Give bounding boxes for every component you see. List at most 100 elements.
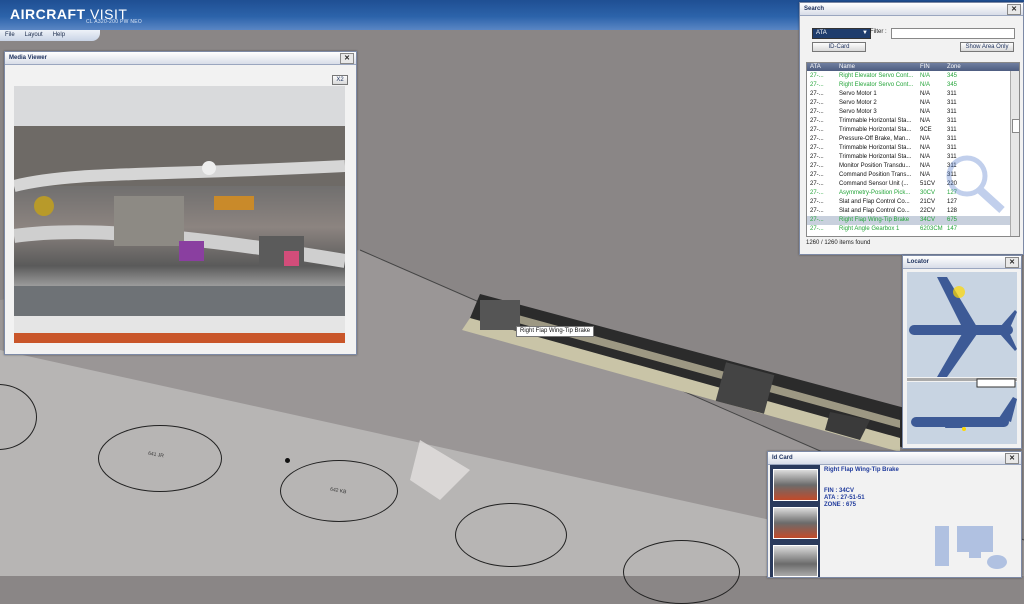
table-row[interactable]: 27-... Servo Motor 2 N/A 311 xyxy=(807,99,1019,108)
photo-thumbnail[interactable] xyxy=(773,507,818,539)
cell-name: Command Position Trans... xyxy=(839,172,912,178)
access-panel-outline xyxy=(455,503,567,567)
scrollbar-thumb[interactable] xyxy=(1012,119,1019,133)
cell-ata: 27-... xyxy=(810,118,824,124)
cell-zone: 345 xyxy=(947,82,958,88)
cell-name: Slat and Flap Control Co... xyxy=(839,199,910,205)
table-row[interactable]: 27-... Trimmable Horizontal Sta... N/A 311 xyxy=(807,117,1019,126)
locator-panel: Locator ✕ xyxy=(902,255,1022,449)
cell-name: Pressure-Off Brake, Man... xyxy=(839,136,911,142)
cell-ata: 27-... xyxy=(810,208,824,214)
aircraft-model: CL A320-200 PW NEO xyxy=(86,19,143,25)
column-name[interactable]: Name xyxy=(839,63,855,71)
results-scrollbar[interactable] xyxy=(1010,71,1019,236)
cell-ata: 27-... xyxy=(810,82,824,88)
cell-name: Right Elevator Servo Cont... xyxy=(839,73,914,79)
cell-fin: N/A xyxy=(920,145,931,151)
component-tooltip: Right Flap Wing-Tip Brake xyxy=(516,326,595,337)
table-row[interactable]: 27-... Pressure-Off Brake, Man... N/A 311 xyxy=(807,135,1019,144)
cell-name: Right Elevator Servo Cont... xyxy=(839,82,914,88)
cell-name: Servo Motor 3 xyxy=(839,109,877,115)
cell-name: Right Angle Gearbox 1 xyxy=(839,226,900,232)
search-type-dropdown[interactable]: ATA ▼ xyxy=(812,28,871,39)
component-name: Right Flap Wing-Tip Brake xyxy=(824,467,899,473)
cell-fin: N/A xyxy=(920,100,931,106)
cell-fin: N/A xyxy=(920,118,931,124)
close-icon[interactable]: ✕ xyxy=(1005,257,1019,268)
cell-fin: 30CV xyxy=(920,190,936,196)
table-row[interactable]: 27-... Servo Motor 3 N/A 311 xyxy=(807,108,1019,117)
cell-fin: N/A xyxy=(920,91,931,97)
cell-name: Trimmable Horizontal Sta... xyxy=(839,127,912,133)
cell-fin: N/A xyxy=(920,82,931,88)
chevron-down-icon: ▼ xyxy=(862,30,868,36)
cell-ata: 27-... xyxy=(810,226,824,232)
close-icon[interactable]: ✕ xyxy=(340,53,354,64)
menu-help[interactable]: Help xyxy=(48,30,70,41)
search-results-grid[interactable]: ATA Name FIN Zone 27-... Right Elevator S… xyxy=(806,62,1020,237)
cell-zone: 311 xyxy=(947,118,957,124)
table-row[interactable]: 27-... Right Elevator Servo Cont... N/A 345 xyxy=(807,72,1019,81)
computer-icon xyxy=(935,526,1007,569)
column-fin[interactable]: FIN xyxy=(920,63,930,71)
fastener-dot xyxy=(285,458,290,463)
magnifier-icon xyxy=(946,155,1005,213)
cell-fin: 34CV xyxy=(920,217,936,223)
show-area-only-button[interactable]: Show Area Only xyxy=(960,42,1014,52)
cell-ata: 27-... xyxy=(810,91,824,97)
cell-name: Monitor Position Transdu... xyxy=(839,163,911,169)
close-icon[interactable]: ✕ xyxy=(1005,453,1019,464)
component-zone: ZONE : 675 xyxy=(824,502,857,508)
table-row[interactable]: 27-... Servo Motor 1 N/A 311 xyxy=(807,90,1019,99)
zoom-x2-button[interactable]: X2 xyxy=(332,75,348,85)
id-card-panel: Id Card ✕ Right Flap Wing-Tip Brake FIN … xyxy=(767,451,1022,578)
thumbnail-strip xyxy=(770,465,820,577)
cell-ata: 27-... xyxy=(810,145,824,151)
menu-file[interactable]: File xyxy=(0,30,20,41)
locator-title: Locator ✕ xyxy=(903,256,1021,269)
cell-fin: 6203CM xyxy=(920,226,943,232)
column-ata[interactable]: ATA xyxy=(810,63,821,71)
search-panel: Search ✕ ATA ▼ Filter : ID-Card Show Area… xyxy=(799,2,1024,255)
table-row[interactable]: 27-... Right Angle Gearbox 1 6203CM 147 xyxy=(807,225,1019,234)
cell-zone: 147 xyxy=(947,226,958,232)
close-icon[interactable]: ✕ xyxy=(1007,4,1021,15)
table-row[interactable]: 27-... Trimmable Horizontal Sta... 9CE 311 xyxy=(807,126,1019,135)
component-fin: FIN : 34CV xyxy=(824,488,855,494)
menu-layout[interactable]: Layout xyxy=(20,30,48,41)
menu-bar: File Layout Help xyxy=(0,30,100,41)
cell-fin: N/A xyxy=(920,109,931,115)
column-zone[interactable]: Zone xyxy=(947,63,961,71)
locator-aircraft-views[interactable] xyxy=(907,272,1017,444)
filter-input[interactable] xyxy=(891,28,1015,39)
filter-label: Filter : xyxy=(870,29,887,35)
cell-fin: N/A xyxy=(920,163,931,169)
cell-fin: 9CE xyxy=(920,127,932,133)
results-count: 1260 / 1260 items found xyxy=(806,240,871,246)
cell-ata: 27-... xyxy=(810,190,824,196)
cell-zone: 311 xyxy=(947,127,957,133)
cell-name: Trimmable Horizontal Sta... xyxy=(839,145,912,151)
cell-ata: 27-... xyxy=(810,154,824,160)
cell-ata: 27-... xyxy=(810,163,824,169)
cell-name: Servo Motor 1 xyxy=(839,91,877,97)
photo-thumbnail[interactable] xyxy=(773,545,818,577)
cell-ata: 27-... xyxy=(810,109,824,115)
results-header: ATA Name FIN Zone xyxy=(807,63,1019,71)
cell-fin: 51CV xyxy=(920,181,936,187)
cell-fin: 21CV xyxy=(920,199,936,205)
cell-zone: 311 xyxy=(947,91,957,97)
access-panel-outline xyxy=(623,540,740,604)
id-card-button[interactable]: ID-Card xyxy=(812,42,866,52)
cell-ata: 27-... xyxy=(810,199,824,205)
component-photo xyxy=(14,86,345,343)
photo-thumbnail[interactable] xyxy=(773,469,818,501)
cell-name: Right Flap Wing-Tip Brake xyxy=(839,217,910,223)
cell-zone: 311 xyxy=(947,100,957,106)
cell-fin: N/A xyxy=(920,172,931,178)
cell-zone: 311 xyxy=(947,136,957,142)
cell-ata: 27-... xyxy=(810,73,824,79)
table-row[interactable]: 27-... Right Elevator Servo Cont... N/A 345 xyxy=(807,81,1019,90)
component-photo-image xyxy=(14,86,345,343)
cell-name: Slat and Flap Control Co... xyxy=(839,208,910,214)
